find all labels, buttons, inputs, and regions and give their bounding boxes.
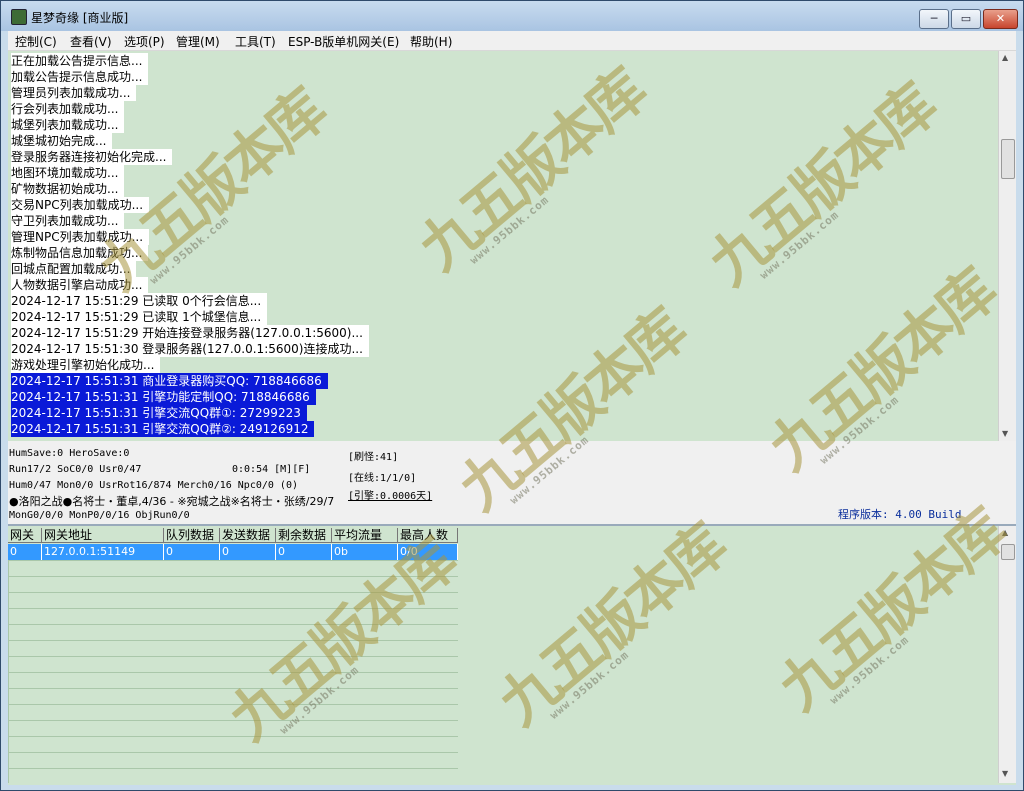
menu-bar: 控制(C) 查看(V) 选项(P) 管理(M) 工具(T) ESP-B版单机网关… [8,31,1016,51]
status-hum: Hum0/47 Mon0/0 UsrRot16/874 Merch0/16 Np… [9,480,298,491]
title-bar[interactable]: 星梦奇缘 [商业版] ─ ▭ ✕ [1,1,1023,31]
log-line: 矿物数据初始成功... [11,181,125,197]
col-sent[interactable]: 发送数据 [220,528,276,543]
col-address[interactable]: 网关地址 [42,528,164,543]
log-line: 2024-12-17 15:51:31 引擎交流QQ群①: 27299223 [11,405,307,421]
cell-gateway: 0 [8,544,42,560]
log-line: 城堡列表加载成功... [11,117,125,133]
status-save: HumSave:0 HeroSave:0 [9,448,130,459]
close-button[interactable]: ✕ [983,9,1018,29]
status-castle-war: ●洛阳之战●名将士・董卓,4/36 - ※宛城之战※名将士・张绣/29/7 [9,495,335,508]
window-title: 星梦奇缘 [商业版] [31,11,129,25]
menu-tools[interactable]: 工具(T) [235,33,276,50]
log-line: 2024-12-17 15:51:29 已读取 1个城堡信息... [11,309,268,325]
status-engine: [引擎:0.0006天] [348,491,433,502]
maximize-button[interactable]: ▭ [951,9,981,29]
log-line: 2024-12-17 15:51:29 开始连接登录服务器(127.0.0.1:… [11,325,369,341]
log-line: 地图环境加载成功... [11,165,125,181]
scroll-up-icon[interactable]: ▲ [1002,53,1008,62]
status-online: [在线:1/1/0] [348,473,417,484]
log-line: 2024-12-17 15:51:31 引擎功能定制QQ: 718846686 [11,389,316,405]
log-line: 加载公告提示信息成功... [11,69,149,85]
app-window: 星梦奇缘 [商业版] ─ ▭ ✕ 控制(C) 查看(V) 选项(P) 管理(M)… [0,0,1024,791]
log-line: 游戏处理引擎初始化成功... [11,357,161,373]
col-queue[interactable]: 队列数据 [164,528,220,543]
menu-help[interactable]: 帮助(H) [410,33,452,50]
app-icon [11,9,27,25]
col-remaining[interactable]: 剩余数据 [276,528,332,543]
menu-view[interactable]: 查看(V) [70,33,112,50]
minimize-button[interactable]: ─ [919,9,949,29]
menu-options[interactable]: 选项(P) [124,33,165,50]
log-line: 2024-12-17 15:51:31 商业登录器购买QQ: 718846686 [11,373,328,389]
status-mon: MonG0/0/0 MonP0/0/16 ObjRun0/0 [9,510,190,521]
cell-sent: 0 [220,544,276,560]
status-timer: 0:0:54 [M][F] [232,464,311,475]
log-line: 行会列表加载成功... [11,101,125,117]
scroll-down-icon[interactable]: ▼ [1002,429,1008,438]
cell-remaining: 0 [276,544,332,560]
client-area: 正在加载公告提示信息... 加载公告提示信息成功... 管理员列表加载成功... 行会… [8,51,1017,785]
menu-gateway[interactable]: ESP-B版单机网关(E) [288,33,399,50]
menu-control[interactable]: 控制(C) [15,33,57,50]
log-line: 2024-12-17 15:51:30 登录服务器(127.0.0.1:5600… [11,341,369,357]
status-run: Run17/2 SoC0/0 Usr0/47 [9,464,142,475]
cell-address: 127.0.0.1:51149 [42,544,164,560]
scroll-thumb[interactable] [1001,139,1015,179]
log-line: 登录服务器连接初始化完成... [11,149,173,165]
status-monster: [刷怪:41] [348,452,399,463]
cell-queue: 0 [164,544,220,560]
log-scrollbar[interactable]: ▲ ▼ [998,51,1016,441]
log-line: 2024-12-17 15:51:31 引擎交流QQ群②: 249126912 [11,421,315,437]
scroll-down-icon[interactable]: ▼ [1002,769,1008,778]
log-line: 管理员列表加载成功... [11,85,137,101]
log-line: 正在加载公告提示信息... [11,53,149,69]
menu-manage[interactable]: 管理(M) [176,33,220,50]
col-gateway[interactable]: 网关 [8,528,42,543]
log-line: 城堡城初始完成... [11,133,113,149]
